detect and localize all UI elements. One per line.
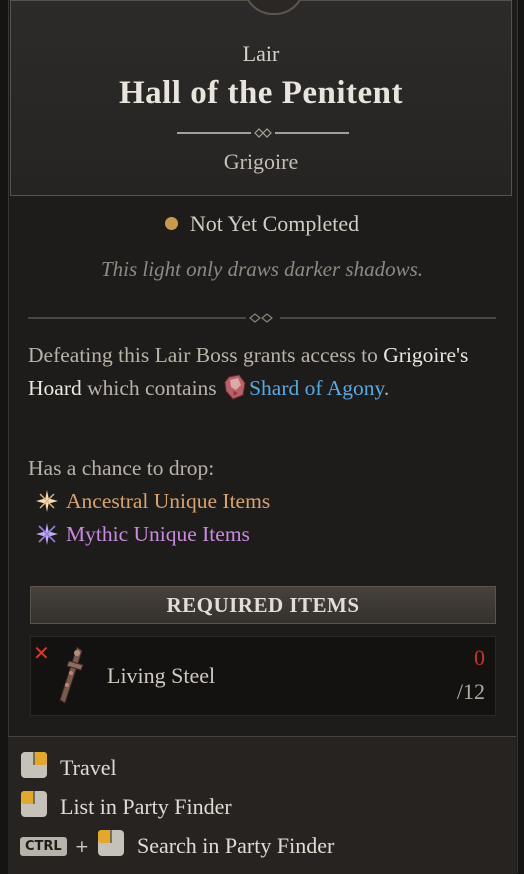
- flavor-text: This light only draws darker shadows.: [100, 257, 424, 281]
- drop-ancestral-unique: Ancestral Unique Items: [36, 489, 270, 514]
- dungeon-title: Hall of the Penitent: [118, 75, 404, 111]
- drops-label: Has a chance to drop:: [28, 456, 215, 480]
- living-steel-icon: [59, 646, 84, 704]
- desc-text-3: .: [383, 376, 390, 400]
- header-divider: [177, 128, 349, 138]
- shard-of-agony-link[interactable]: Shard of Agony: [249, 376, 384, 400]
- plus-sign: +: [74, 837, 89, 857]
- drop-mythic-unique: Mythic Unique Items: [36, 522, 250, 547]
- mythic-star-icon: [36, 523, 58, 545]
- mouse-right-click-icon: [21, 752, 47, 778]
- item-required-count: /12: [456, 679, 485, 704]
- desc-text-2: which contains: [81, 376, 223, 400]
- required-items-header: REQUIRED ITEMS: [30, 586, 496, 624]
- drop-label: Ancestral Unique Items: [66, 489, 271, 513]
- mouse-left-click-icon: [21, 791, 47, 817]
- lair-description: Defeating this Lair Boss grants access t…: [28, 339, 488, 405]
- action-label: List in Party Finder: [60, 794, 232, 819]
- action-label: Travel: [60, 755, 117, 780]
- ancestral-star-icon: [36, 490, 58, 512]
- list-in-party-finder-action[interactable]: List in Party Finder: [20, 790, 232, 820]
- ctrl-key-icon: CTRL: [20, 837, 67, 856]
- tooltip-header: Lair Hall of the Penitent Grigoire: [10, 0, 512, 196]
- travel-action[interactable]: Travel: [20, 751, 117, 781]
- desc-text-1: Defeating this Lair Boss grants access t…: [28, 343, 384, 367]
- action-footer: Travel List in Party Finder CTRL + Search …: [8, 736, 516, 874]
- shard-of-agony-icon: [224, 374, 246, 400]
- search-in-party-finder-action[interactable]: CTRL + Search in Party Finder: [20, 829, 334, 859]
- section-divider: [28, 313, 496, 323]
- status-dot-icon: [164, 217, 178, 230]
- x-mark-icon: ✕: [33, 641, 50, 665]
- status-text: Not Yet Completed: [189, 211, 360, 236]
- item-name: Living Steel: [107, 663, 216, 688]
- action-label: Search in Party Finder: [136, 833, 335, 858]
- completion-status: Not Yet Completed: [0, 211, 524, 237]
- required-item-living-steel[interactable]: ✕ Living Steel 0 /12: [30, 636, 496, 716]
- drop-label: Mythic Unique Items: [66, 522, 250, 546]
- lair-emblem-icon: [243, 0, 305, 15]
- dungeon-type: Lair: [242, 41, 280, 66]
- boss-name: Grigoire: [223, 149, 299, 174]
- mouse-left-click-icon: [97, 830, 124, 856]
- item-owned-count: 0: [474, 645, 485, 670]
